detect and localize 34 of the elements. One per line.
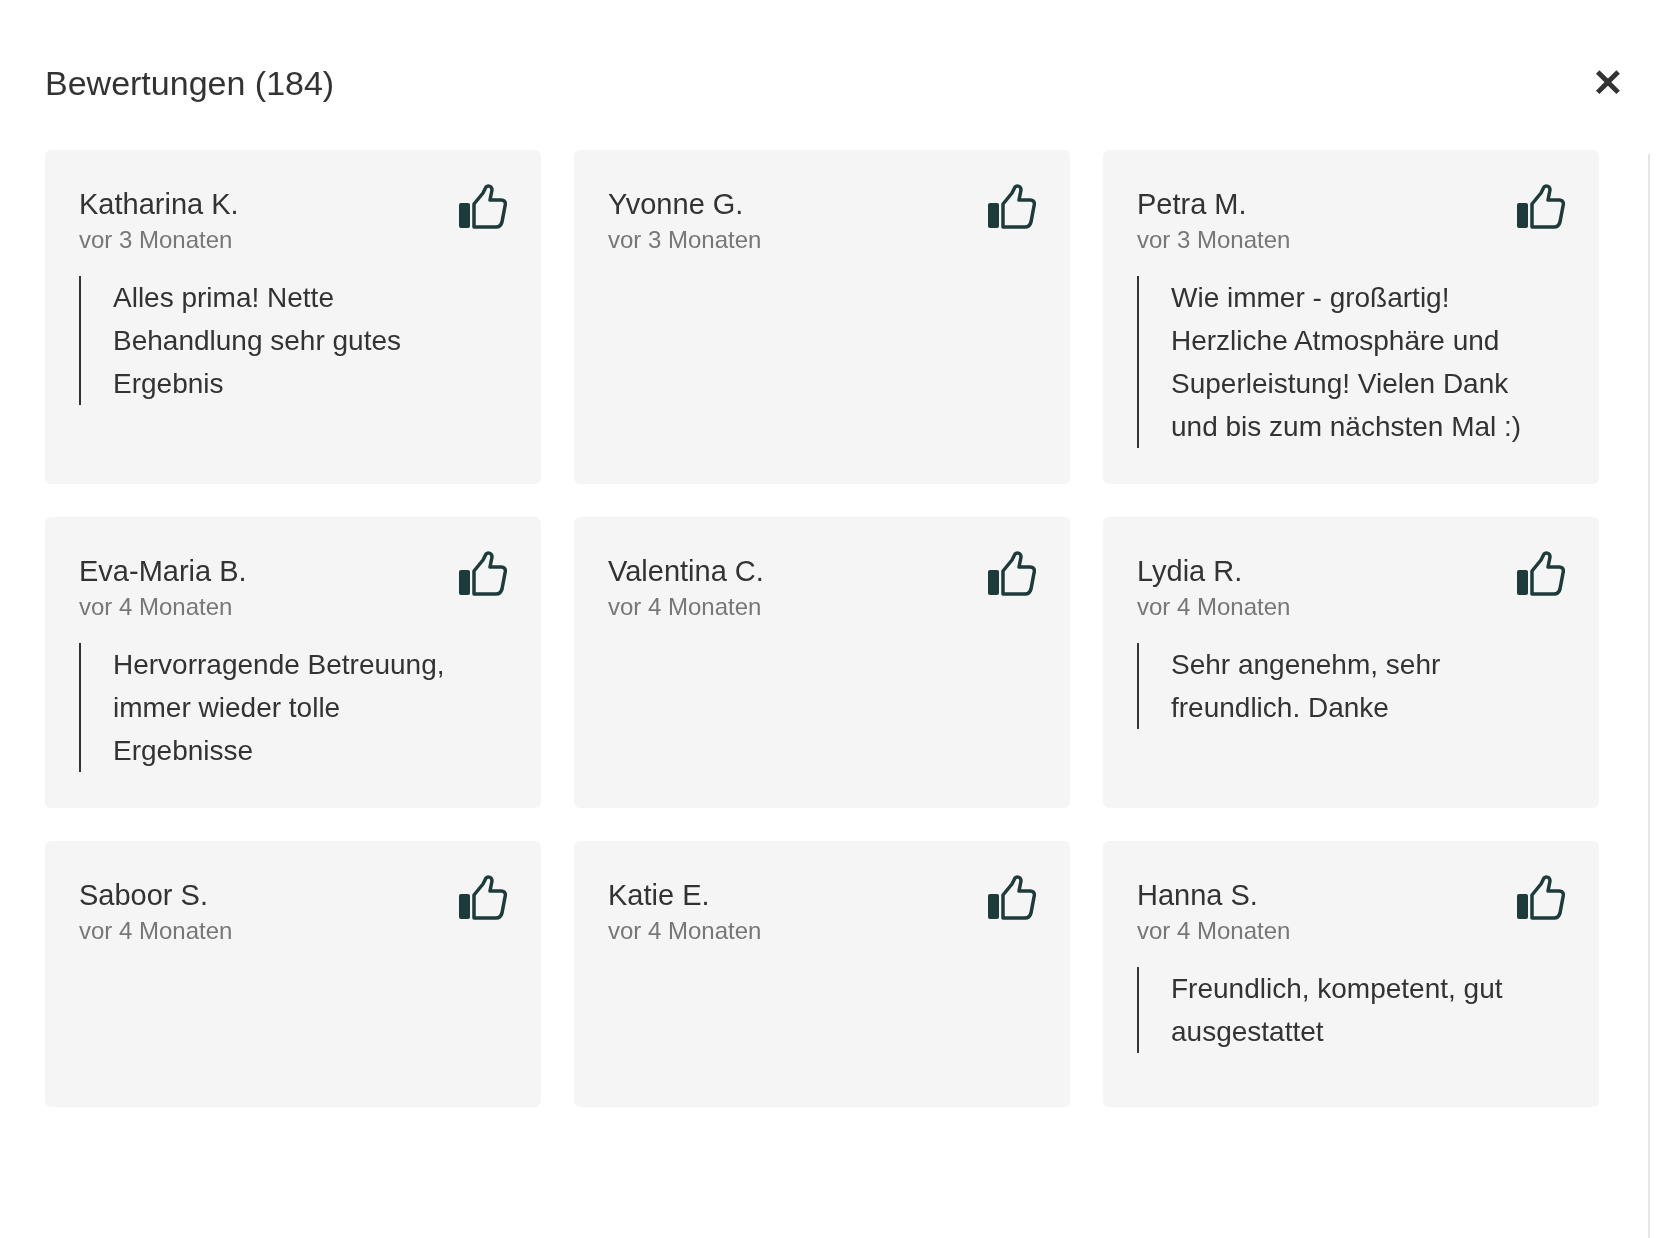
reviewer-name: Katie E.	[608, 878, 711, 913]
thumbs-up-icon	[986, 184, 1036, 230]
thumbs-up-icon	[1515, 875, 1565, 921]
thumbs-up-icon	[1515, 184, 1565, 230]
dialog-title: Bewertungen (184)	[45, 66, 335, 100]
reviewer-name: Katharina K.	[79, 187, 239, 222]
reviewer-name: Lydia R.	[1137, 554, 1244, 589]
thumbs-up-icon	[457, 551, 507, 597]
review-quote: Hervorragende Betreuung, immer wieder tolle Ergebnisse	[79, 643, 507, 772]
thumbs-up-icon	[1515, 551, 1565, 597]
review-time: vor 4 Monaten	[79, 916, 233, 946]
thumbs-up-icon	[986, 551, 1036, 597]
review-time: vor 4 Monaten	[608, 592, 763, 622]
thumbs-up-icon	[986, 875, 1036, 921]
thumbs-up-icon	[457, 184, 507, 230]
review-time: vor 4 Monaten	[79, 592, 234, 622]
thumbs-up-icon	[457, 875, 507, 921]
review-quote: Wie immer - großartig! Herzliche Atmosphäre und Superleistung! Vielen Dank und bis zum nächsten Mal :)	[1137, 276, 1565, 448]
reviewer-name: Petra M.	[1137, 187, 1248, 222]
review-time: vor 4 Monaten	[1137, 916, 1291, 946]
review-quote: Freundlich, kompetent, gut ausgestattet	[1137, 967, 1565, 1053]
reviewer-name: Valentina C.	[608, 554, 764, 589]
review-time: vor 4 Monaten	[1137, 592, 1291, 622]
review-quote: Sehr angenehm, sehr freundlich. Danke	[1137, 643, 1565, 729]
reviewer-name: Yvonne G.	[608, 187, 745, 222]
review-time: vor 3 Monaten	[608, 225, 762, 255]
review-quote: Alles prima! Nette Behandlung sehr gutes Ergebnis	[79, 276, 507, 405]
reviewer-name: Hanna S.	[1137, 878, 1259, 913]
reviewer-name: Eva-Maria B.	[79, 554, 247, 589]
reviewer-name: Saboor S.	[79, 878, 209, 913]
close-button[interactable]: ✕	[1592, 64, 1624, 102]
review-time: vor 4 Monaten	[608, 916, 762, 946]
review-time: vor 3 Monaten	[79, 225, 234, 255]
review-time: vor 3 Monaten	[1137, 225, 1291, 255]
